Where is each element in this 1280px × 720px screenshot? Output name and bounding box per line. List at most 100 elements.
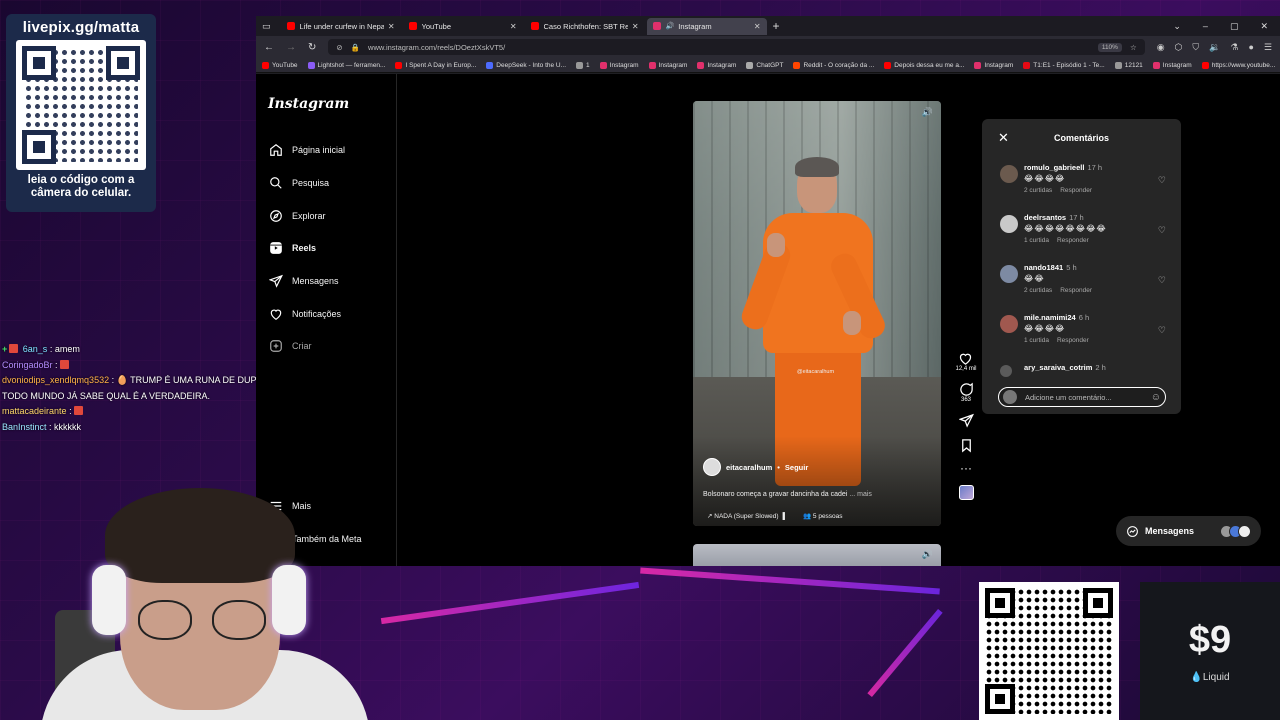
new-tab-icon[interactable]: +: [773, 19, 780, 33]
close-icon[interactable]: ✕: [998, 130, 1009, 146]
nav-home[interactable]: Página inicial: [268, 142, 345, 157]
comment-likes[interactable]: 2 curtidas: [1024, 187, 1052, 194]
sound-icon[interactable]: 🔊: [922, 549, 933, 560]
bookmark-item[interactable]: Instagram: [1152, 61, 1192, 69]
reply-button[interactable]: Responder: [1057, 237, 1089, 244]
comment-username[interactable]: ary_saraiva_cotrim: [1024, 363, 1092, 372]
comment-input[interactable]: Adicione um comentário... ☺: [998, 387, 1166, 407]
bookmark-item[interactable]: https://www.youtube...: [1201, 61, 1275, 69]
reel-audio[interactable]: ↗ NADA (Super Slowed) ▐: [707, 512, 785, 520]
bookmark-item[interactable]: I Spent A Day in Europ...: [395, 61, 476, 69]
nav-explore[interactable]: Explorar: [268, 208, 326, 223]
browser-tab-active[interactable]: 🔊 Instagram ✕: [646, 17, 767, 35]
forward-arrow-icon[interactable]: →: [286, 42, 296, 53]
reload-icon[interactable]: ↻: [308, 42, 316, 53]
reply-button[interactable]: Responder: [1060, 187, 1092, 194]
more-options-action[interactable]: ···: [960, 462, 972, 474]
avatar[interactable]: [1000, 365, 1012, 377]
like-action[interactable]: 12,4 mil: [955, 351, 977, 372]
tracking-protection-icon[interactable]: ⊘: [336, 43, 342, 52]
follow-button[interactable]: Seguir: [785, 463, 808, 472]
address-bar[interactable]: ⊘ 🔒 www.instagram.com/reels/DOeztXskVT5/…: [328, 39, 1145, 55]
maximize-icon[interactable]: ▢: [1230, 21, 1239, 32]
heart-icon[interactable]: ♡: [1158, 325, 1166, 336]
author-username[interactable]: eitacaralhum: [726, 463, 772, 472]
comment-username[interactable]: nando1841: [1024, 263, 1063, 272]
close-tab-icon[interactable]: ✕: [510, 22, 517, 31]
back-arrow-icon[interactable]: ←: [264, 42, 274, 53]
bookmark-item[interactable]: Depois dessa eu me a...: [884, 61, 964, 69]
comment-likes[interactable]: 1 curtida: [1024, 237, 1049, 244]
shield-icon[interactable]: ⛉: [1192, 42, 1199, 53]
bookmark-item[interactable]: Instagram: [648, 61, 687, 69]
nav-messages[interactable]: Mensagens: [268, 273, 339, 288]
reply-button[interactable]: Responder: [1060, 287, 1092, 294]
bookmark-item[interactable]: ChatGPT: [746, 61, 783, 69]
close-tab-icon[interactable]: ✕: [754, 22, 761, 31]
caption-more-link[interactable]: ... mais: [849, 491, 872, 498]
save-action[interactable]: [959, 438, 974, 453]
comment-username[interactable]: romulo_gabrieell: [1024, 163, 1084, 172]
reel-tagged-people[interactable]: 👥 5 pessoas: [803, 512, 843, 520]
nav-create[interactable]: Criar: [268, 338, 312, 353]
comment-username[interactable]: deelrsantos: [1024, 213, 1066, 222]
livepix-url: livepix.gg/matta: [22, 19, 140, 36]
close-tab-icon[interactable]: ✕: [632, 22, 639, 31]
bookmark-item[interactable]: Instagram: [974, 61, 1013, 69]
heart-icon[interactable]: ♡: [1158, 275, 1166, 286]
audio-name: NADA (Super Slowed): [714, 513, 779, 520]
nav-notifications[interactable]: Notificações: [268, 306, 341, 321]
browser-tab[interactable]: Caso Richthofen: SBT Repórter ✕: [525, 18, 645, 35]
close-window-icon[interactable]: ✕: [1260, 21, 1268, 32]
comment-likes[interactable]: 2 curtidas: [1024, 287, 1052, 294]
instagram-logo[interactable]: Instagram: [268, 96, 349, 112]
extension-icon[interactable]: ◉: [1157, 42, 1165, 53]
reply-button[interactable]: Responder: [1057, 337, 1089, 344]
comment-username[interactable]: mile.namimi24: [1024, 313, 1076, 322]
extension-icon[interactable]: ⚗: [1230, 42, 1238, 53]
next-reel-preview[interactable]: 🔊: [693, 544, 941, 566]
avatar[interactable]: [703, 458, 721, 476]
bookmark-item[interactable]: 1: [576, 61, 590, 69]
avatar[interactable]: [1000, 265, 1018, 283]
audio-thumbnail[interactable]: [958, 485, 974, 500]
messages-button[interactable]: Mensagens: [1116, 516, 1261, 546]
bookmark-item[interactable]: Instagram: [599, 61, 639, 69]
avatar[interactable]: [1000, 215, 1018, 233]
emote-icon: [59, 359, 69, 369]
nav-reels[interactable]: Reels: [268, 240, 316, 255]
audio-playing-icon[interactable]: 🔊: [666, 22, 675, 30]
comment-action[interactable]: 363: [959, 382, 974, 403]
comment-likes[interactable]: 1 curtida: [1024, 337, 1049, 344]
extension-icon[interactable]: ⬡: [1175, 42, 1183, 53]
close-tab-icon[interactable]: ✕: [388, 22, 395, 31]
share-action[interactable]: [958, 413, 974, 428]
bookmark-item[interactable]: Instagram: [697, 61, 736, 69]
browser-tab[interactable]: Life under curfew in Nepal (Th ✕: [281, 18, 401, 35]
sound-icon[interactable]: 🔊: [922, 107, 933, 118]
minimize-icon[interactable]: –: [1203, 21, 1208, 32]
volume-icon[interactable]: 🔉: [1209, 42, 1220, 53]
emoji-icon[interactable]: ☺: [1151, 392, 1161, 403]
browser-tab[interactable]: YouTube ✕: [403, 18, 523, 35]
bookmark-star-icon[interactable]: ☆: [1130, 43, 1137, 52]
avatar[interactable]: [1000, 165, 1018, 183]
chevron-down-icon[interactable]: ⌄: [1173, 21, 1181, 32]
heart-icon[interactable]: ♡: [1158, 175, 1166, 186]
bookmark-item[interactable]: DeepSeek - Into the U...: [486, 61, 567, 69]
menu-icon[interactable]: ☰: [1264, 42, 1272, 53]
profile-icon[interactable]: ●: [1248, 42, 1253, 53]
bookmark-item[interactable]: Reddit - O coração da ...: [793, 61, 874, 69]
zoom-level[interactable]: 110%: [1097, 42, 1122, 52]
avatar[interactable]: [1000, 315, 1018, 333]
nav-search[interactable]: Pesquisa: [268, 175, 329, 190]
comment-item: ary_saraiva_cotrim 2 h: [1000, 363, 1170, 377]
bookmark-label: DeepSeek - Into the U...: [496, 61, 567, 69]
bookmark-item[interactable]: T1:E1 - Episódio 1 - Te...: [1023, 61, 1105, 69]
tab-list-icon[interactable]: ▭: [262, 21, 271, 32]
heart-icon[interactable]: ♡: [1158, 225, 1166, 236]
bookmark-item[interactable]: Lightshot — ferramen...: [307, 61, 385, 69]
bookmark-item[interactable]: 12121: [1114, 61, 1143, 69]
bookmark-item[interactable]: YouTube: [262, 61, 298, 69]
reel-video[interactable]: @eitacaralhum 🔊 eitacaralhum • Seguir Bo…: [693, 101, 941, 526]
